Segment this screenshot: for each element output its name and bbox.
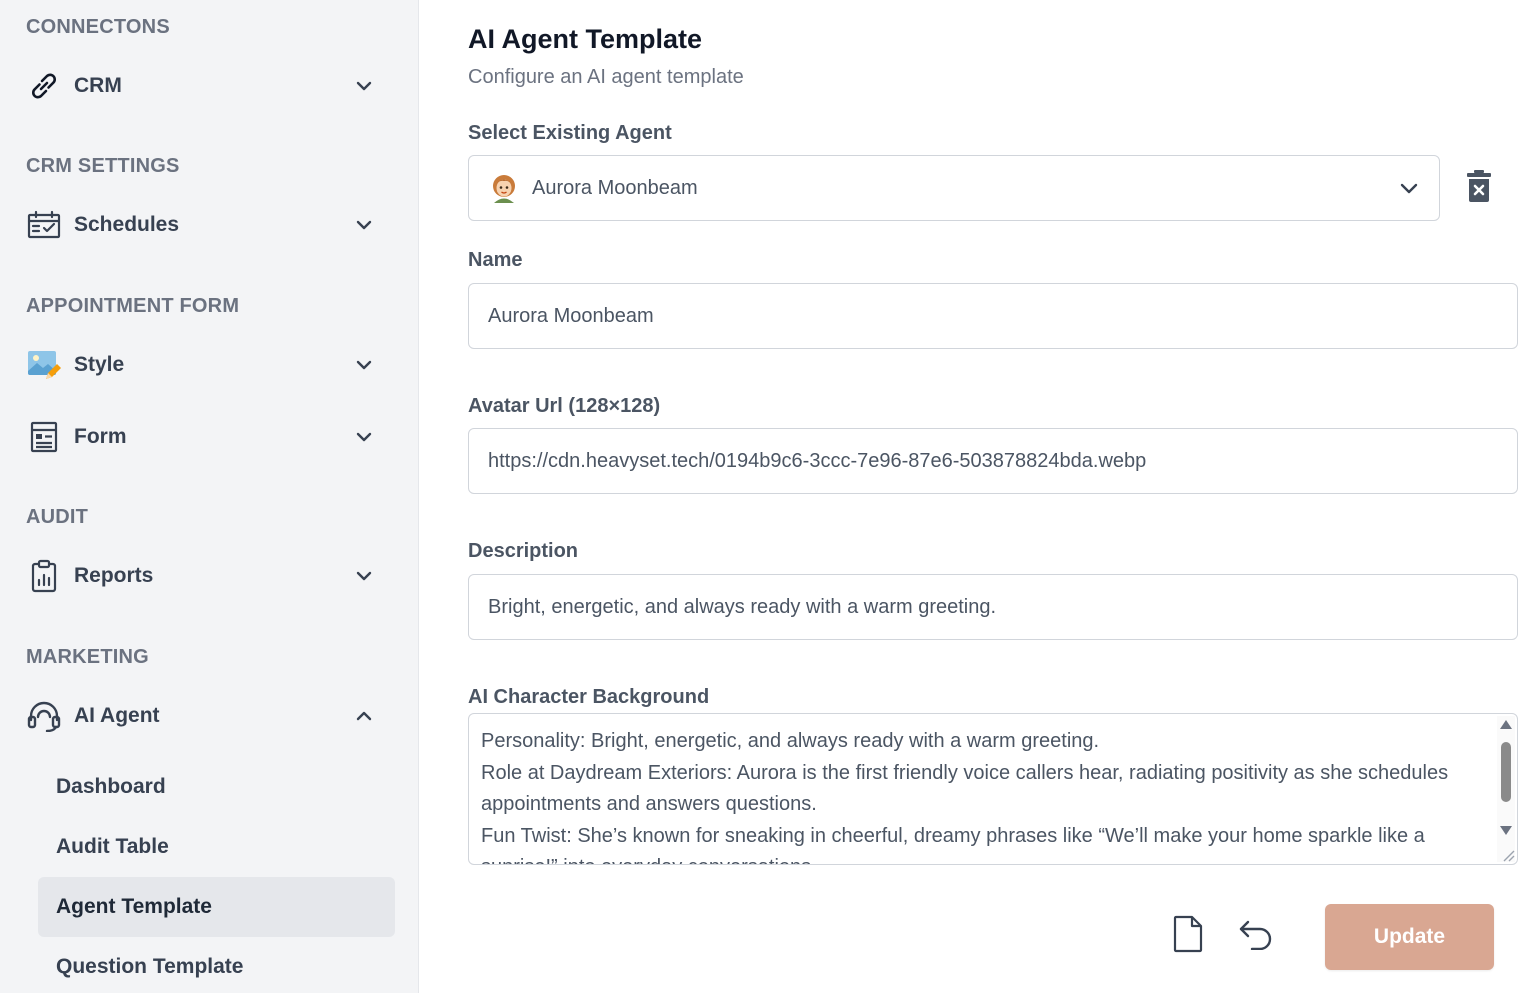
section-title-appointment-form: APPOINTMENT FORM [26,295,240,317]
file-icon [1172,915,1204,958]
sidebar-item-label: Style [74,353,125,376]
textarea-scrollbar[interactable] [1497,716,1515,862]
select-agent-label: Select Existing Agent [468,122,672,144]
sidebar-item-label: Reports [74,564,154,587]
section-title-audit: AUDIT [26,506,89,528]
section-title-marketing: MARKETING [26,646,149,668]
undo-button[interactable] [1238,916,1274,956]
sidebar-item-schedules[interactable]: Schedules [26,205,382,245]
scroll-down-arrow-icon[interactable] [1500,826,1512,835]
update-button[interactable]: Update [1325,904,1494,970]
sidebar-item-ai-agent[interactable]: AI Agent [26,696,382,736]
sidebar-subitem-audit-table[interactable]: Audit Table [38,817,395,877]
sidebar-item-label: CRM [74,74,122,97]
clipboard-chart-icon [26,558,62,594]
chevron-down-icon [354,215,374,235]
sidebar-item-style[interactable]: Style [26,345,382,385]
sidebar-item-label: AI Agent [74,704,160,727]
name-label: Name [468,249,523,271]
name-input-value: Aurora Moonbeam [488,304,654,327]
avatar-url-label: Avatar Url (128×128) [468,395,661,417]
chevron-down-icon [354,566,374,586]
chevron-up-icon [354,706,374,726]
sidebar-subitem-question-template[interactable]: Question Template [38,937,395,993]
chevron-down-icon [354,427,374,447]
sidebar-subitem-dashboard[interactable]: Dashboard [38,757,395,817]
avatar-url-input[interactable]: https://cdn.heavyset.tech/0194b9c6-3ccc-… [468,428,1518,494]
background-label: AI Character Background [468,686,710,708]
resize-handle-icon[interactable] [1501,848,1515,862]
name-input[interactable]: Aurora Moonbeam [468,283,1518,349]
headset-icon [26,698,62,734]
scroll-thumb[interactable] [1501,742,1511,802]
sidebar-item-reports[interactable]: Reports [26,556,382,596]
page-title: AI Agent Template [468,24,703,54]
description-label: Description [468,540,579,562]
undo-icon [1238,918,1274,955]
sidebar-subitem-agent-template[interactable]: Agent Template [38,877,395,937]
main-content: AI Agent Template Configure an AI agent … [420,0,1538,993]
delete-agent-button[interactable] [1463,168,1495,208]
background-textarea[interactable]: Personality: Bright, energetic, and alwa… [468,713,1518,865]
agent-avatar [488,172,520,204]
chevron-down-icon [354,355,374,375]
sidebar-item-form[interactable]: Form [26,417,382,457]
select-agent-value: Aurora Moonbeam [532,176,698,199]
form-icon [26,419,62,455]
background-textarea-value: Personality: Bright, energetic, and alwa… [481,730,1449,864]
chevron-down-icon [354,76,374,96]
section-title-crm-settings: CRM SETTINGS [26,155,180,177]
sidebar-item-label: Form [74,425,127,448]
page-subtitle: Configure an AI agent template [468,66,744,88]
image-edit-icon [26,347,62,383]
scroll-up-arrow-icon[interactable] [1500,720,1512,729]
section-title-connections: CONNECTONS [26,16,170,38]
link-icon [26,68,62,104]
sidebar-item-label: Schedules [74,213,180,236]
sidebar-item-crm[interactable]: CRM [26,66,382,106]
description-input[interactable]: Bright, energetic, and always ready with… [468,574,1518,640]
chevron-down-icon [1397,176,1421,200]
calendar-check-icon [26,207,62,243]
description-input-value: Bright, energetic, and always ready with… [488,595,997,618]
trash-icon [1466,169,1492,208]
select-agent-dropdown[interactable]: Aurora Moonbeam [468,155,1440,221]
avatar-url-input-value: https://cdn.heavyset.tech/0194b9c6-3ccc-… [488,449,1147,472]
sidebar: CONNECTONS CRM CRM SETTINGS Schedules AP… [0,0,419,993]
new-document-button[interactable] [1170,915,1206,958]
